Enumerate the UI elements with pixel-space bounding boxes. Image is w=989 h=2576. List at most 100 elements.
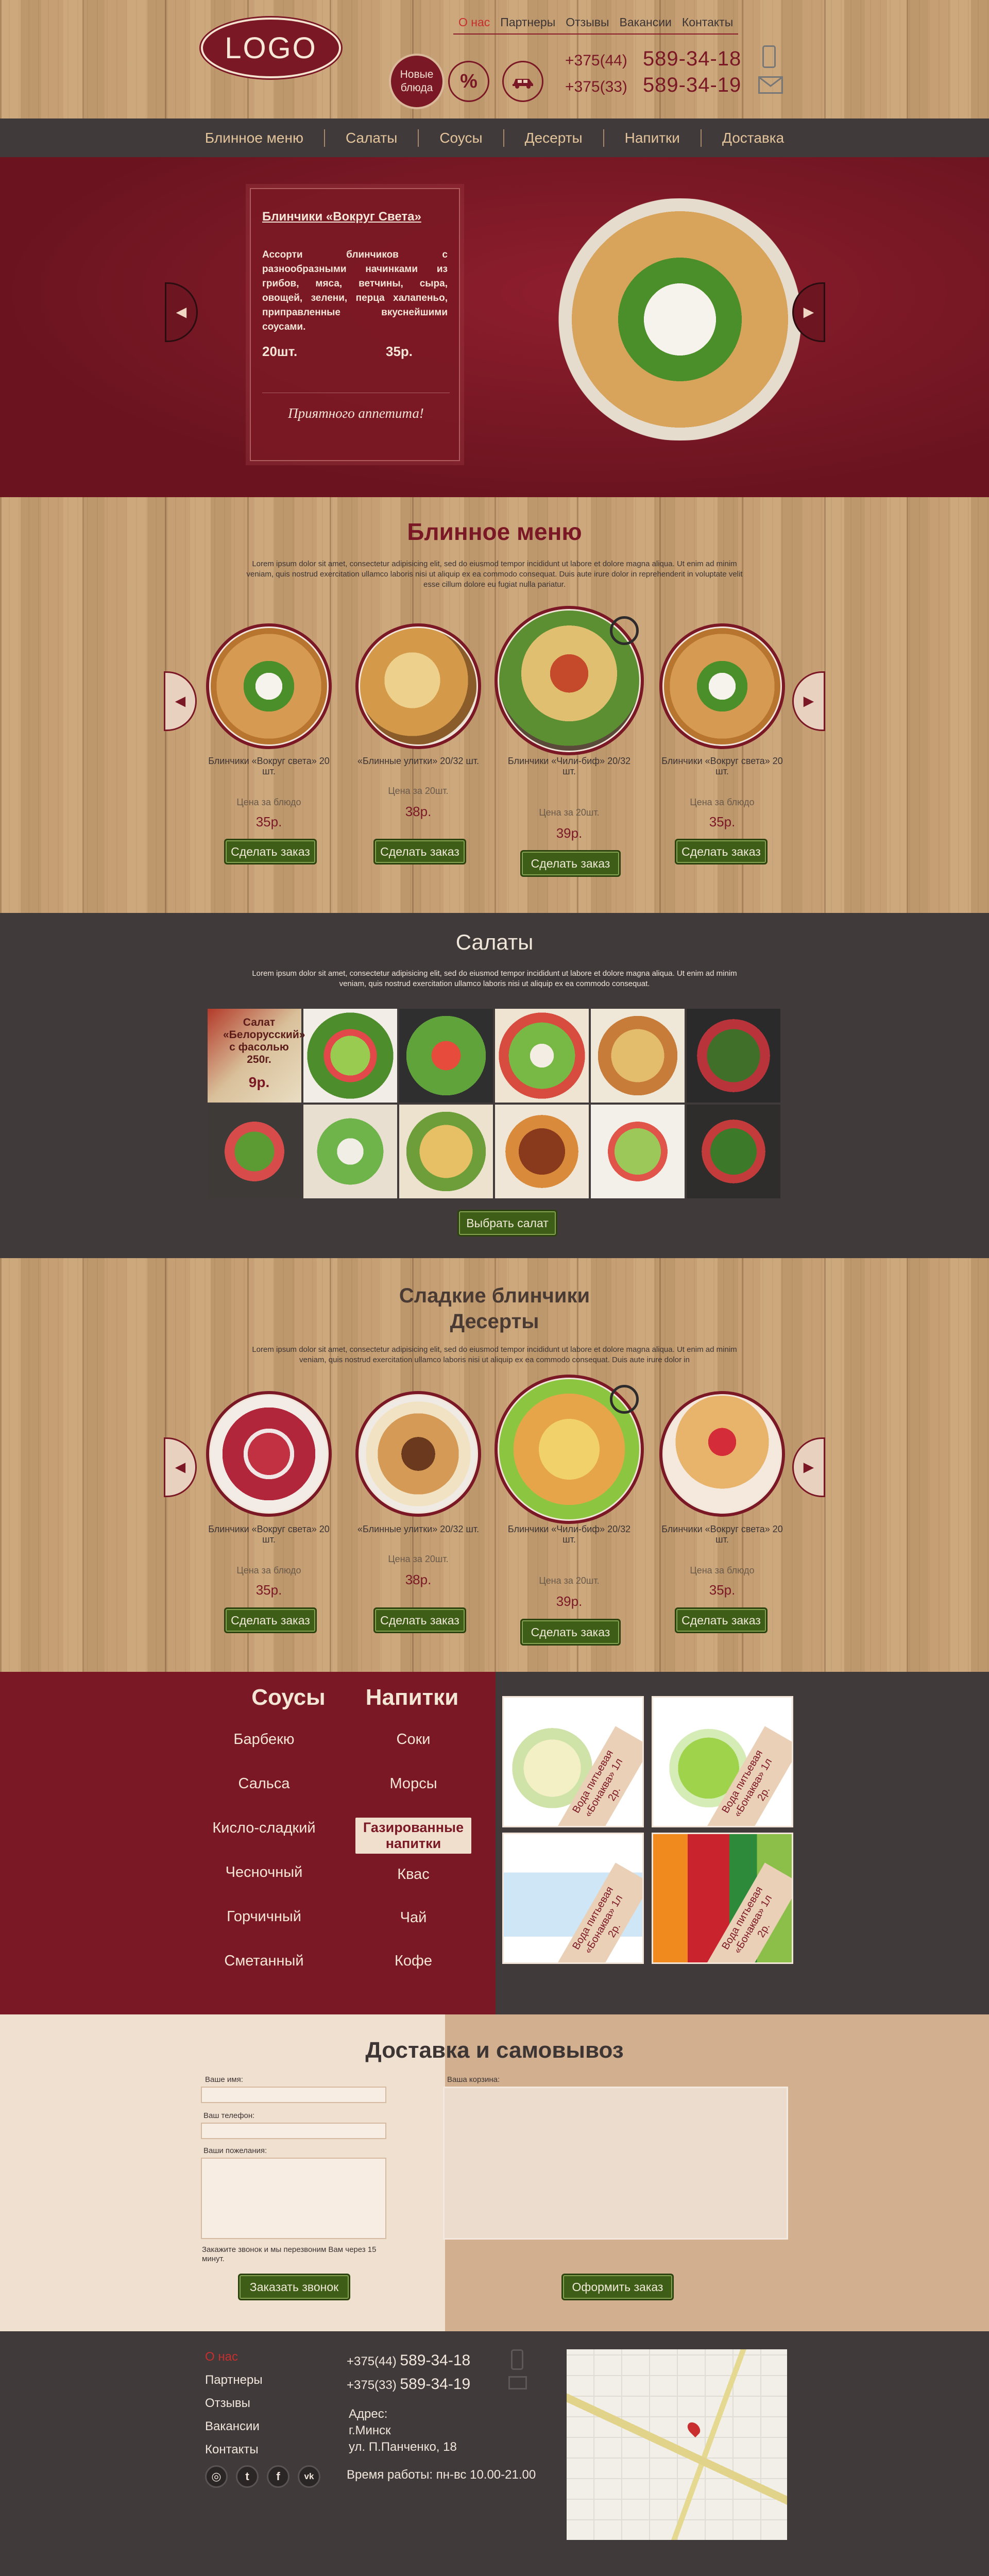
dessert-image[interactable] <box>355 1391 481 1517</box>
location-map[interactable] <box>567 2349 787 2540</box>
magnifier-icon[interactable] <box>610 1385 639 1414</box>
salad-image[interactable] <box>495 1009 589 1103</box>
choose-salad-button[interactable]: Выбрать салат <box>457 1210 557 1236</box>
sauce-item[interactable]: Сметанный <box>196 1953 332 1970</box>
drink-tile[interactable]: Вода питьевая «Бонаква» 1л 2р. <box>502 1833 644 1964</box>
salad-image[interactable] <box>687 1105 780 1198</box>
sauce-item[interactable]: Сальса <box>196 1775 332 1792</box>
topnav-reviews[interactable]: Отзывы <box>560 15 614 29</box>
car-icon[interactable] <box>502 61 543 102</box>
vk-icon[interactable]: vk <box>298 2465 320 2488</box>
salad-image[interactable] <box>591 1105 685 1198</box>
sauce-item[interactable]: Кисло-сладкий <box>196 1820 332 1837</box>
order-button[interactable]: Сделать заказ <box>520 850 621 877</box>
drink-tile[interactable]: Вода питьевая «Бонаква» 1л 2р. <box>652 1833 793 1964</box>
logo[interactable]: LOGO <box>201 18 341 78</box>
magnifier-icon[interactable] <box>610 616 639 645</box>
dish-image[interactable] <box>659 623 785 749</box>
price-label: Цена за 20шт. <box>388 786 449 796</box>
order-button[interactable]: Сделать заказ <box>373 839 466 865</box>
phone-number[interactable]: 589-34-19 <box>400 2376 470 2393</box>
topnav-about[interactable]: О нас <box>453 15 495 29</box>
nav-salads[interactable]: Салаты <box>325 129 419 147</box>
price-label: Цена за блюдо <box>236 797 301 807</box>
drink-item[interactable]: Кофе <box>355 1953 471 1970</box>
instagram-icon[interactable]: ◎ <box>205 2465 228 2488</box>
drink-item-selected[interactable]: Газированные напитки <box>355 1818 471 1854</box>
footer-link[interactable]: Партнеры <box>205 2368 263 2392</box>
phone-number[interactable]: 589-34-18 <box>400 2352 470 2369</box>
salads-text: Lorem ipsum dolor sit amet, consectetur … <box>252 969 737 988</box>
name-input[interactable] <box>201 2087 386 2103</box>
topnav-contacts[interactable]: Контакты <box>677 15 738 29</box>
dessert-image[interactable] <box>659 1391 785 1517</box>
price: 35р. <box>709 814 736 829</box>
top-nav: О нас Партнеры Отзывы Вакансии Контакты <box>453 15 739 35</box>
sauce-item[interactable]: Горчичный <box>196 1908 332 1925</box>
nav-pancake-menu[interactable]: Блинное меню <box>184 129 325 147</box>
desserts-title: Сладкие блинчики Десерты <box>0 1283 989 1334</box>
dish-name: Блинчики «Чили-биф» 20/32 шт. <box>507 756 631 776</box>
sauce-item[interactable]: Чесночный <box>196 1864 332 1881</box>
callback-button[interactable]: Заказать звонок <box>238 2274 350 2300</box>
drink-item[interactable]: Морсы <box>355 1775 471 1792</box>
drink-item[interactable]: Соки <box>355 1731 471 1748</box>
phone-number[interactable]: 589-34-19 <box>643 74 741 97</box>
footer-link[interactable]: Отзывы <box>205 2392 263 2415</box>
footer-link[interactable]: О нас <box>205 2345 263 2368</box>
order-button[interactable]: Сделать заказ <box>224 839 317 865</box>
address-city: г.Минск <box>349 2424 391 2437</box>
order-button[interactable]: Сделать заказ <box>224 1607 317 1633</box>
order-button[interactable]: Сделать заказ <box>373 1607 466 1633</box>
footer-link[interactable]: Вакансии <box>205 2415 263 2438</box>
footer-link[interactable]: Контакты <box>205 2438 263 2461</box>
phone-code: +375(44) <box>347 2354 397 2368</box>
cart-area[interactable] <box>443 2087 788 2240</box>
nav-delivery[interactable]: Доставка <box>702 129 805 147</box>
topnav-partners[interactable]: Партнеры <box>495 15 560 29</box>
nav-sauces[interactable]: Соусы <box>419 129 504 147</box>
price: 38р. <box>405 1572 432 1587</box>
price: 35р. <box>255 1582 282 1598</box>
mail-icon[interactable] <box>508 2376 527 2389</box>
nav-desserts[interactable]: Десерты <box>504 129 604 147</box>
discount-icon[interactable]: % <box>448 61 489 102</box>
order-button[interactable]: Сделать заказ <box>520 1619 621 1646</box>
salad-image[interactable] <box>303 1105 397 1198</box>
twitter-icon[interactable]: t <box>236 2465 259 2488</box>
salad-image[interactable] <box>208 1105 301 1198</box>
drink-tag: Вода питьевая «Бонаква» 1л 2р. <box>556 1726 642 1826</box>
mail-icon[interactable] <box>758 76 783 94</box>
new-dishes-label: Новые блюда <box>400 69 434 94</box>
topnav-vacancies[interactable]: Вакансии <box>615 15 677 29</box>
facebook-icon[interactable]: f <box>267 2465 289 2488</box>
salad-image[interactable] <box>495 1105 589 1198</box>
drink-label: Вода питьевая «Бонаква» 1л <box>720 1748 775 1819</box>
drink-item[interactable]: Квас <box>355 1866 471 1883</box>
dish-image[interactable] <box>355 623 481 749</box>
price-label: Цена за блюдо <box>690 1565 755 1575</box>
delivery-title: Доставка и самовывоз <box>365 2038 624 2063</box>
drink-tile[interactable]: Вода питьевая «Бонаква» 1л 2р. <box>652 1696 793 1827</box>
name-label: Ваше имя: <box>205 2075 243 2084</box>
drink-tile[interactable]: Вода питьевая «Бонаква» 1л 2р. <box>502 1696 644 1827</box>
order-button[interactable]: Сделать заказ <box>675 1607 768 1633</box>
salad-image[interactable] <box>591 1009 685 1103</box>
sauce-item[interactable]: Барбекю <box>196 1731 332 1748</box>
phone-input[interactable] <box>201 2123 386 2139</box>
new-dishes-button[interactable]: Новые блюда <box>389 54 445 109</box>
wishes-textarea[interactable] <box>201 2158 386 2239</box>
phone-code: +375(33) <box>347 2378 397 2392</box>
order-button[interactable]: Сделать заказ <box>675 839 768 865</box>
order-submit-button[interactable]: Оформить заказ <box>561 2274 674 2300</box>
drink-item[interactable]: Чай <box>355 1909 471 1926</box>
nav-drinks[interactable]: Напитки <box>604 129 702 147</box>
dessert-image[interactable] <box>206 1391 332 1517</box>
salad-image[interactable] <box>303 1009 397 1103</box>
drink-tag: Вода питьевая «Бонаква» 1л 2р. <box>705 1862 792 1962</box>
dish-image[interactable] <box>206 623 332 749</box>
salad-image[interactable] <box>399 1105 493 1198</box>
salad-image[interactable] <box>399 1009 493 1103</box>
phone-number[interactable]: 589-34-18 <box>643 47 741 71</box>
salad-image[interactable] <box>687 1009 780 1103</box>
